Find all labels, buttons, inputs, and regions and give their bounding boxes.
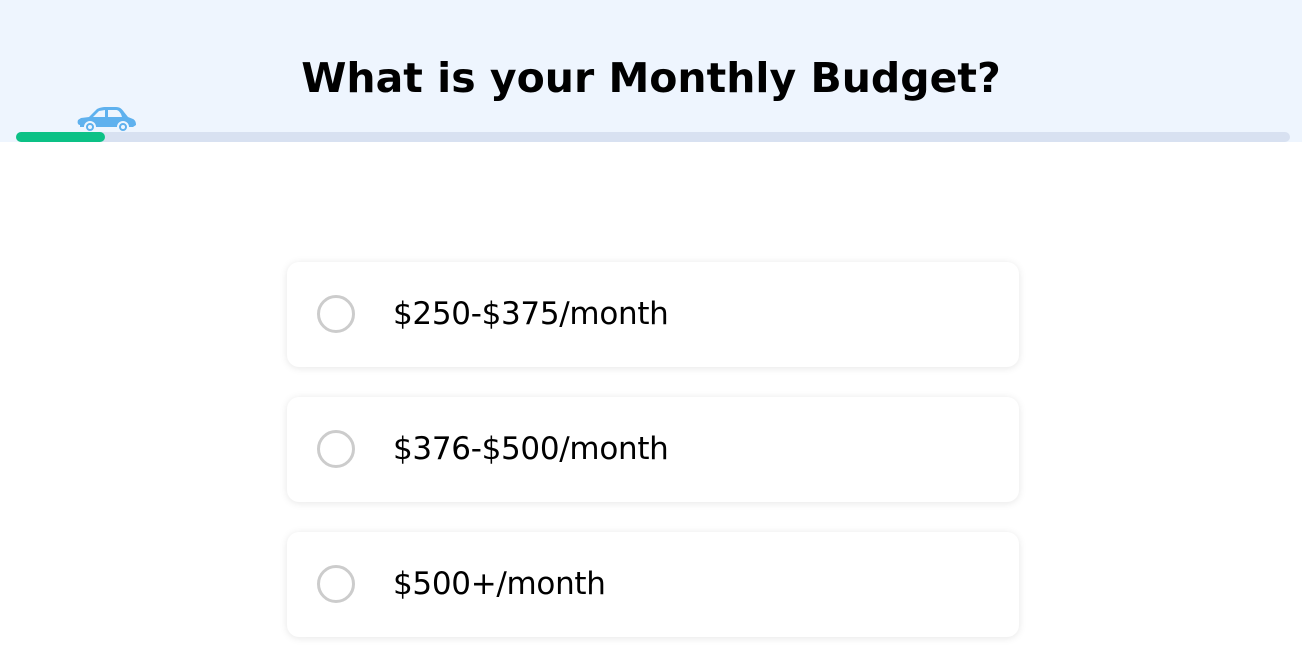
progress-bar — [16, 132, 1290, 142]
header: What is your Monthly Budget? — [0, 0, 1302, 142]
option-250-375[interactable]: $250-$375/month — [287, 262, 1019, 367]
option-label: $376-$500/month — [393, 431, 669, 467]
budget-options: $250-$375/month $376-$500/month $500+/mo… — [287, 262, 1019, 667]
option-label: $500+/month — [393, 566, 606, 602]
option-500-plus[interactable]: $500+/month — [287, 532, 1019, 637]
car-icon — [77, 107, 136, 133]
option-376-500[interactable]: $376-$500/month — [287, 397, 1019, 502]
page-title: What is your Monthly Budget? — [301, 54, 1001, 102]
radio-button[interactable] — [317, 295, 355, 333]
progress-fill — [16, 132, 106, 142]
radio-button[interactable] — [317, 430, 355, 468]
radio-button[interactable] — [317, 565, 355, 603]
option-label: $250-$375/month — [393, 296, 669, 332]
